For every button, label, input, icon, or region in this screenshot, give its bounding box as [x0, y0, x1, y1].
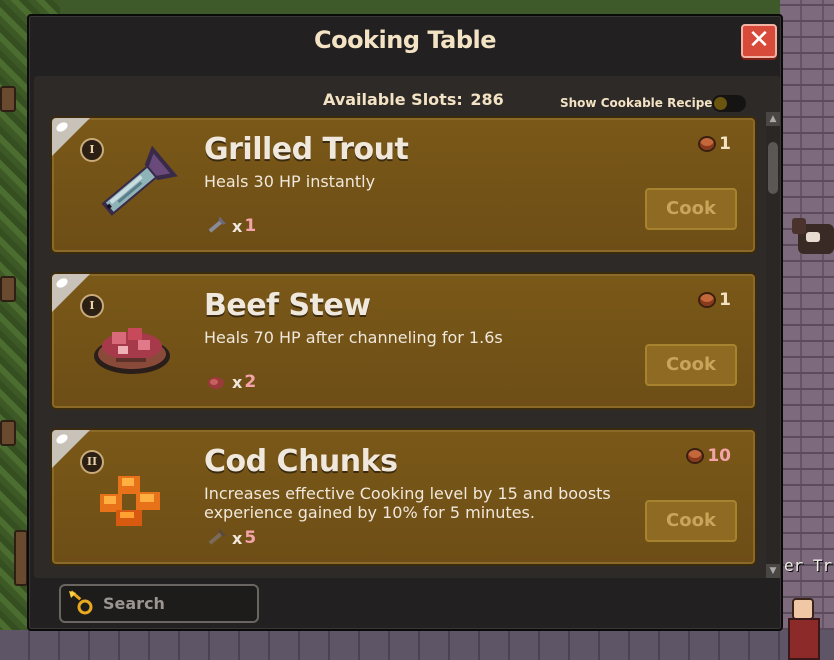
recipe-scrollbar[interactable]: ▲ ▼: [766, 112, 780, 578]
recipe-card-grilled-trout: I Grilled Trout Heals 30 HP instantly x …: [50, 116, 757, 254]
floor-tiles: [0, 630, 834, 660]
barrel-prop: [0, 276, 16, 302]
world-sign-text: er Tr: [784, 556, 833, 575]
window-title: Cooking Table: [313, 26, 497, 54]
available-slots: Available Slots: 286: [321, 90, 504, 109]
search-box[interactable]: Search: [59, 584, 259, 623]
recipe-name: Grilled Trout: [204, 132, 409, 167]
recipe-cost-value: 1: [719, 290, 731, 310]
recipe-card-beef-stew: I Beef Stew Heals 70 HP after channeling…: [50, 272, 757, 410]
recipe-cost: 1: [698, 134, 731, 154]
ingredient-requirement: x 2: [206, 372, 256, 392]
recipe-description: Increases effective Cooking level by 15 …: [204, 484, 611, 522]
ingredient-quantity: 2: [244, 372, 257, 392]
raw-trout-icon: [208, 216, 226, 233]
beef-stew-icon: [94, 328, 170, 374]
barrel-prop: [0, 420, 16, 446]
recipe-name: Beef Stew: [204, 288, 371, 323]
search-input[interactable]: Search: [103, 594, 165, 613]
close-button[interactable]: ✕: [741, 24, 777, 58]
barrel-prop: [0, 86, 16, 112]
ingredient-requirement: x 1: [206, 216, 256, 236]
villager-npc[interactable]: [784, 598, 824, 660]
recipe-cost-value: 10: [707, 446, 731, 466]
grilled-trout-icon: [101, 146, 178, 216]
cooking-table-window: Cooking Table ✕ Available Slots: 286 Sho…: [27, 14, 783, 631]
cow-npc[interactable]: [792, 212, 834, 268]
recipe-cost-value: 1: [719, 134, 731, 154]
cod-chunks-icon: [100, 476, 160, 526]
magnifier-search-icon: [69, 589, 93, 614]
recipe-description: Heals 30 HP instantly: [204, 172, 376, 191]
recipe-description: Heals 70 HP after channeling for 1.6s: [204, 328, 503, 347]
scroll-down-arrow-icon[interactable]: ▼: [766, 564, 780, 578]
recipe-cost: 10: [686, 446, 731, 466]
ingredient-multiplier: x: [232, 528, 243, 548]
scroll-up-arrow-icon[interactable]: ▲: [766, 112, 780, 126]
cook-button[interactable]: Cook: [645, 500, 737, 542]
toggle-knob: [714, 97, 727, 110]
cook-button[interactable]: Cook: [645, 188, 737, 230]
raw-beef-icon: [208, 377, 224, 389]
barrel-prop: [14, 530, 28, 586]
recipe-card-cod-chunks: II Cod Chunks Increases effective Cookin…: [50, 428, 757, 566]
food-slot-icon: [686, 448, 705, 464]
recipe-name: Cod Chunks: [204, 444, 398, 479]
scroll-thumb[interactable]: [768, 142, 778, 194]
food-slot-icon: [698, 136, 717, 152]
raw-cod-icon: [208, 528, 226, 545]
ingredient-quantity: 5: [244, 528, 257, 548]
ingredient-requirement: x 5: [206, 528, 256, 548]
recipe-cost: 1: [698, 290, 731, 310]
show-cookable-toggle[interactable]: [712, 95, 746, 112]
available-slots-label: Available Slots:: [323, 90, 463, 109]
food-slot-icon: [698, 292, 717, 308]
cook-button[interactable]: Cook: [645, 344, 737, 386]
ingredient-multiplier: x: [232, 372, 243, 392]
ingredient-quantity: 1: [244, 216, 257, 236]
available-slots-value: 286: [470, 90, 504, 109]
ingredient-multiplier: x: [232, 216, 243, 236]
show-cookable-label: Show Cookable Recipes: [560, 96, 720, 110]
